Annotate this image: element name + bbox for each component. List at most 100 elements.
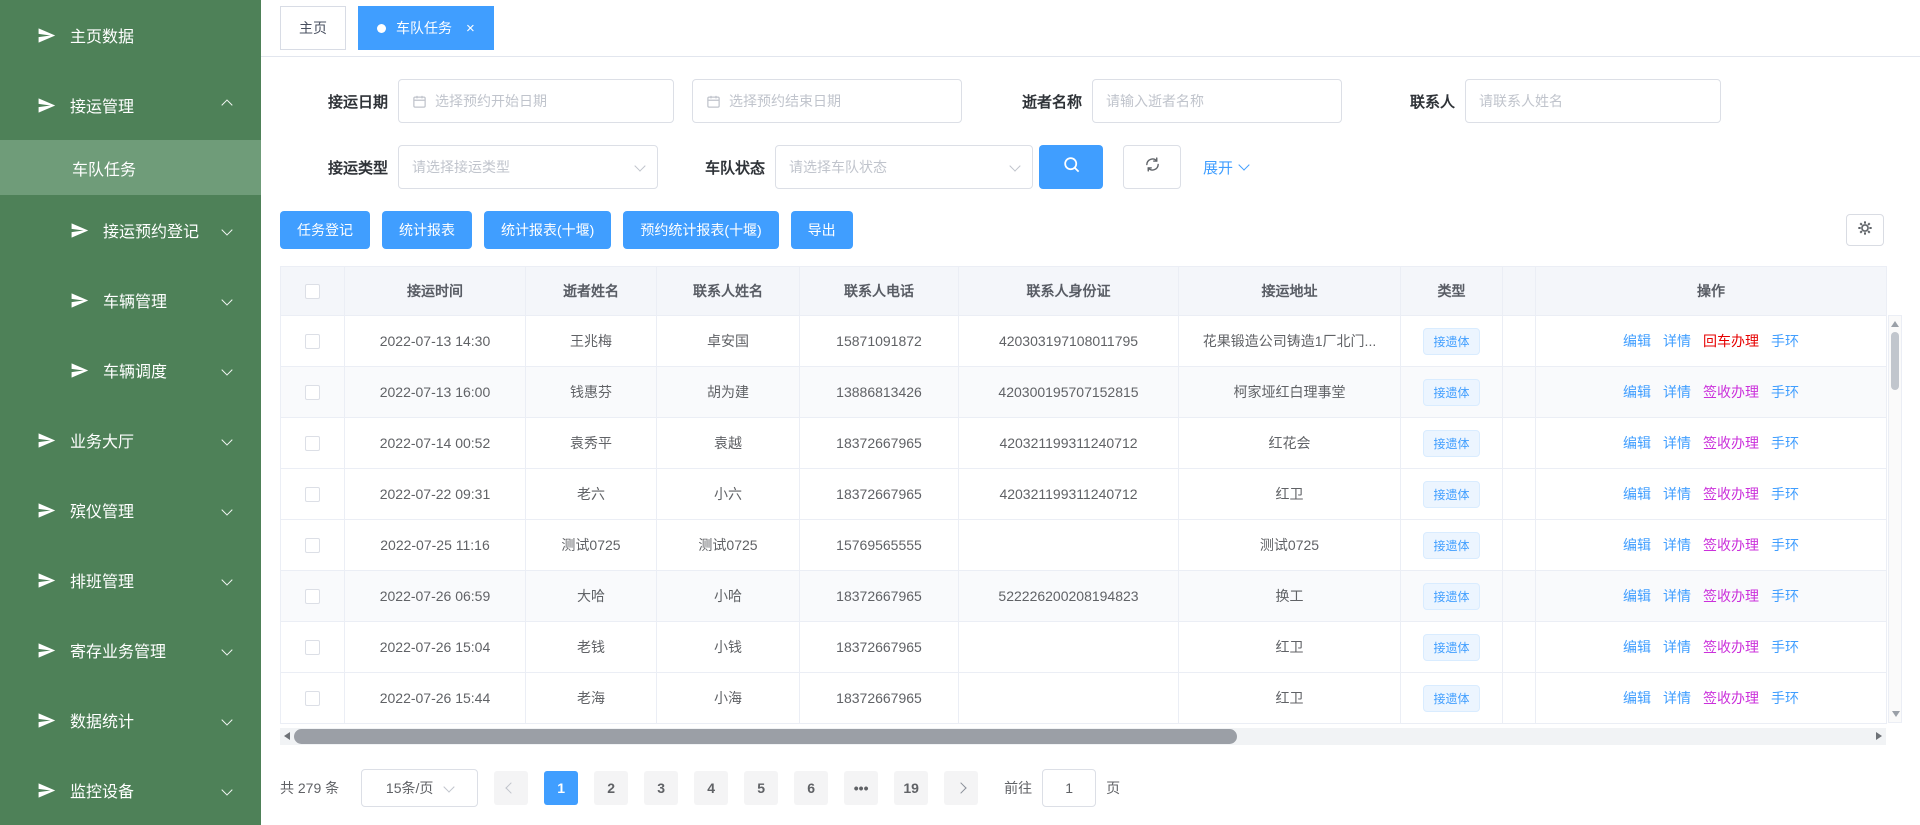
page-button-5[interactable]: 5: [744, 771, 778, 805]
date-start-input[interactable]: 选择预约开始日期: [398, 79, 674, 123]
close-tab-icon[interactable]: ×: [466, 21, 475, 36]
expand-toggle[interactable]: 展开: [1203, 157, 1248, 178]
header-deceased: 逝者姓名: [526, 267, 657, 316]
transport-type-select[interactable]: 请选择接运类型: [398, 145, 658, 189]
sidebar-item-0[interactable]: 主页数据: [0, 0, 261, 70]
cell-gap: [1503, 622, 1536, 673]
scroll-down-icon[interactable]: [1892, 711, 1900, 717]
sidebar-item-9[interactable]: 寄存业务管理: [0, 615, 261, 685]
prev-page-button[interactable]: [494, 771, 528, 805]
action-link[interactable]: 签收办理: [1703, 486, 1759, 502]
more-pages-button[interactable]: •••: [844, 771, 878, 805]
action-link[interactable]: 手环: [1771, 435, 1799, 451]
action-link[interactable]: 详情: [1663, 639, 1691, 655]
next-page-button[interactable]: [944, 771, 978, 805]
export-button[interactable]: 导出: [791, 211, 853, 249]
column-settings-button[interactable]: [1846, 214, 1884, 246]
reservation-stats-shiyan-button[interactable]: 预约统计报表(十堰): [623, 211, 778, 249]
sidebar-item-4[interactable]: 车辆管理: [0, 265, 261, 335]
scroll-left-icon[interactable]: [284, 732, 290, 740]
action-link[interactable]: 详情: [1663, 486, 1691, 502]
row-checkbox[interactable]: [305, 538, 320, 553]
action-link[interactable]: 签收办理: [1703, 588, 1759, 604]
contact-input[interactable]: 请联系人姓名: [1465, 79, 1721, 123]
search-button[interactable]: [1039, 145, 1103, 189]
action-link[interactable]: 编辑: [1623, 588, 1651, 604]
row-checkbox[interactable]: [305, 334, 320, 349]
page-button-4[interactable]: 4: [694, 771, 728, 805]
action-link[interactable]: 回车办理: [1703, 333, 1759, 349]
date-end-input[interactable]: 选择预约结束日期: [692, 79, 962, 123]
sidebar-item-1[interactable]: 接运管理: [0, 70, 261, 140]
page-size-select[interactable]: 15条/页: [361, 769, 478, 807]
type-badge: 接遗体: [1423, 685, 1479, 712]
sidebar-item-7[interactable]: 殡仪管理: [0, 475, 261, 545]
action-link[interactable]: 手环: [1771, 588, 1799, 604]
sidebar-item-label: 寄存业务管理: [70, 638, 166, 662]
task-register-button[interactable]: 任务登记: [280, 211, 370, 249]
scroll-right-icon[interactable]: [1876, 732, 1882, 740]
action-link[interactable]: 编辑: [1623, 333, 1651, 349]
row-checkbox[interactable]: [305, 589, 320, 604]
page-button-1[interactable]: 1: [544, 771, 578, 805]
tab-home[interactable]: 主页: [280, 6, 346, 50]
page-button-6[interactable]: 6: [794, 771, 828, 805]
action-link[interactable]: 详情: [1663, 333, 1691, 349]
tab-fleet-tasks[interactable]: 车队任务 ×: [358, 6, 494, 50]
stats-report-shiyan-button[interactable]: 统计报表(十堰): [484, 211, 611, 249]
action-link[interactable]: 编辑: [1623, 690, 1651, 706]
row-checkbox[interactable]: [305, 385, 320, 400]
page-button-19[interactable]: 19: [894, 771, 928, 805]
action-link[interactable]: 手环: [1771, 384, 1799, 400]
deceased-name-input[interactable]: 请输入逝者名称: [1092, 79, 1342, 123]
deceased-name-label: 逝者名称: [1022, 91, 1082, 112]
page-button-3[interactable]: 3: [644, 771, 678, 805]
sidebar-item-10[interactable]: 数据统计: [0, 685, 261, 755]
sidebar-item-6[interactable]: 业务大厅: [0, 405, 261, 475]
scroll-up-icon[interactable]: [1891, 321, 1899, 327]
action-link[interactable]: 编辑: [1623, 639, 1651, 655]
cell-actions: 编辑详情签收办理手环: [1536, 418, 1887, 469]
action-link[interactable]: 详情: [1663, 435, 1691, 451]
action-link[interactable]: 签收办理: [1703, 384, 1759, 400]
action-link[interactable]: 详情: [1663, 588, 1691, 604]
action-link[interactable]: 编辑: [1623, 435, 1651, 451]
action-link[interactable]: 编辑: [1623, 537, 1651, 553]
action-link[interactable]: 签收办理: [1703, 690, 1759, 706]
select-all-checkbox[interactable]: [305, 284, 320, 299]
action-link[interactable]: 详情: [1663, 690, 1691, 706]
action-link[interactable]: 签收办理: [1703, 537, 1759, 553]
action-link[interactable]: 编辑: [1623, 384, 1651, 400]
vertical-scrollbar[interactable]: [1888, 315, 1902, 723]
horizontal-scroll-thumb[interactable]: [294, 729, 1237, 744]
sidebar-item-3[interactable]: 接运预约登记: [0, 195, 261, 265]
goto-unit-label: 页: [1106, 778, 1120, 798]
refresh-button[interactable]: [1123, 145, 1181, 189]
sidebar-item-5[interactable]: 车辆调度: [0, 335, 261, 405]
action-link[interactable]: 签收办理: [1703, 639, 1759, 655]
action-link[interactable]: 手环: [1771, 690, 1799, 706]
chevron-down-icon: [634, 160, 645, 171]
vertical-scroll-thumb[interactable]: [1891, 332, 1899, 390]
action-link[interactable]: 编辑: [1623, 486, 1651, 502]
row-checkbox[interactable]: [305, 691, 320, 706]
action-link[interactable]: 详情: [1663, 537, 1691, 553]
sidebar-item-8[interactable]: 排班管理: [0, 545, 261, 615]
action-link[interactable]: 手环: [1771, 639, 1799, 655]
action-link[interactable]: 详情: [1663, 384, 1691, 400]
action-link[interactable]: 手环: [1771, 486, 1799, 502]
stats-report-button[interactable]: 统计报表: [382, 211, 472, 249]
row-checkbox[interactable]: [305, 640, 320, 655]
action-link[interactable]: 手环: [1771, 333, 1799, 349]
page-button-2[interactable]: 2: [594, 771, 628, 805]
row-checkbox[interactable]: [305, 436, 320, 451]
horizontal-scrollbar[interactable]: [280, 728, 1886, 745]
action-link[interactable]: 签收办理: [1703, 435, 1759, 451]
fleet-status-select[interactable]: 请选择车队状态: [775, 145, 1033, 189]
action-link[interactable]: 手环: [1771, 537, 1799, 553]
sidebar-item-2[interactable]: 车队任务: [0, 140, 261, 195]
sidebar-item-11[interactable]: 监控设备: [0, 755, 261, 825]
goto-page-input[interactable]: 1: [1042, 769, 1096, 807]
cell-address: 红卫: [1179, 673, 1401, 724]
row-checkbox[interactable]: [305, 487, 320, 502]
